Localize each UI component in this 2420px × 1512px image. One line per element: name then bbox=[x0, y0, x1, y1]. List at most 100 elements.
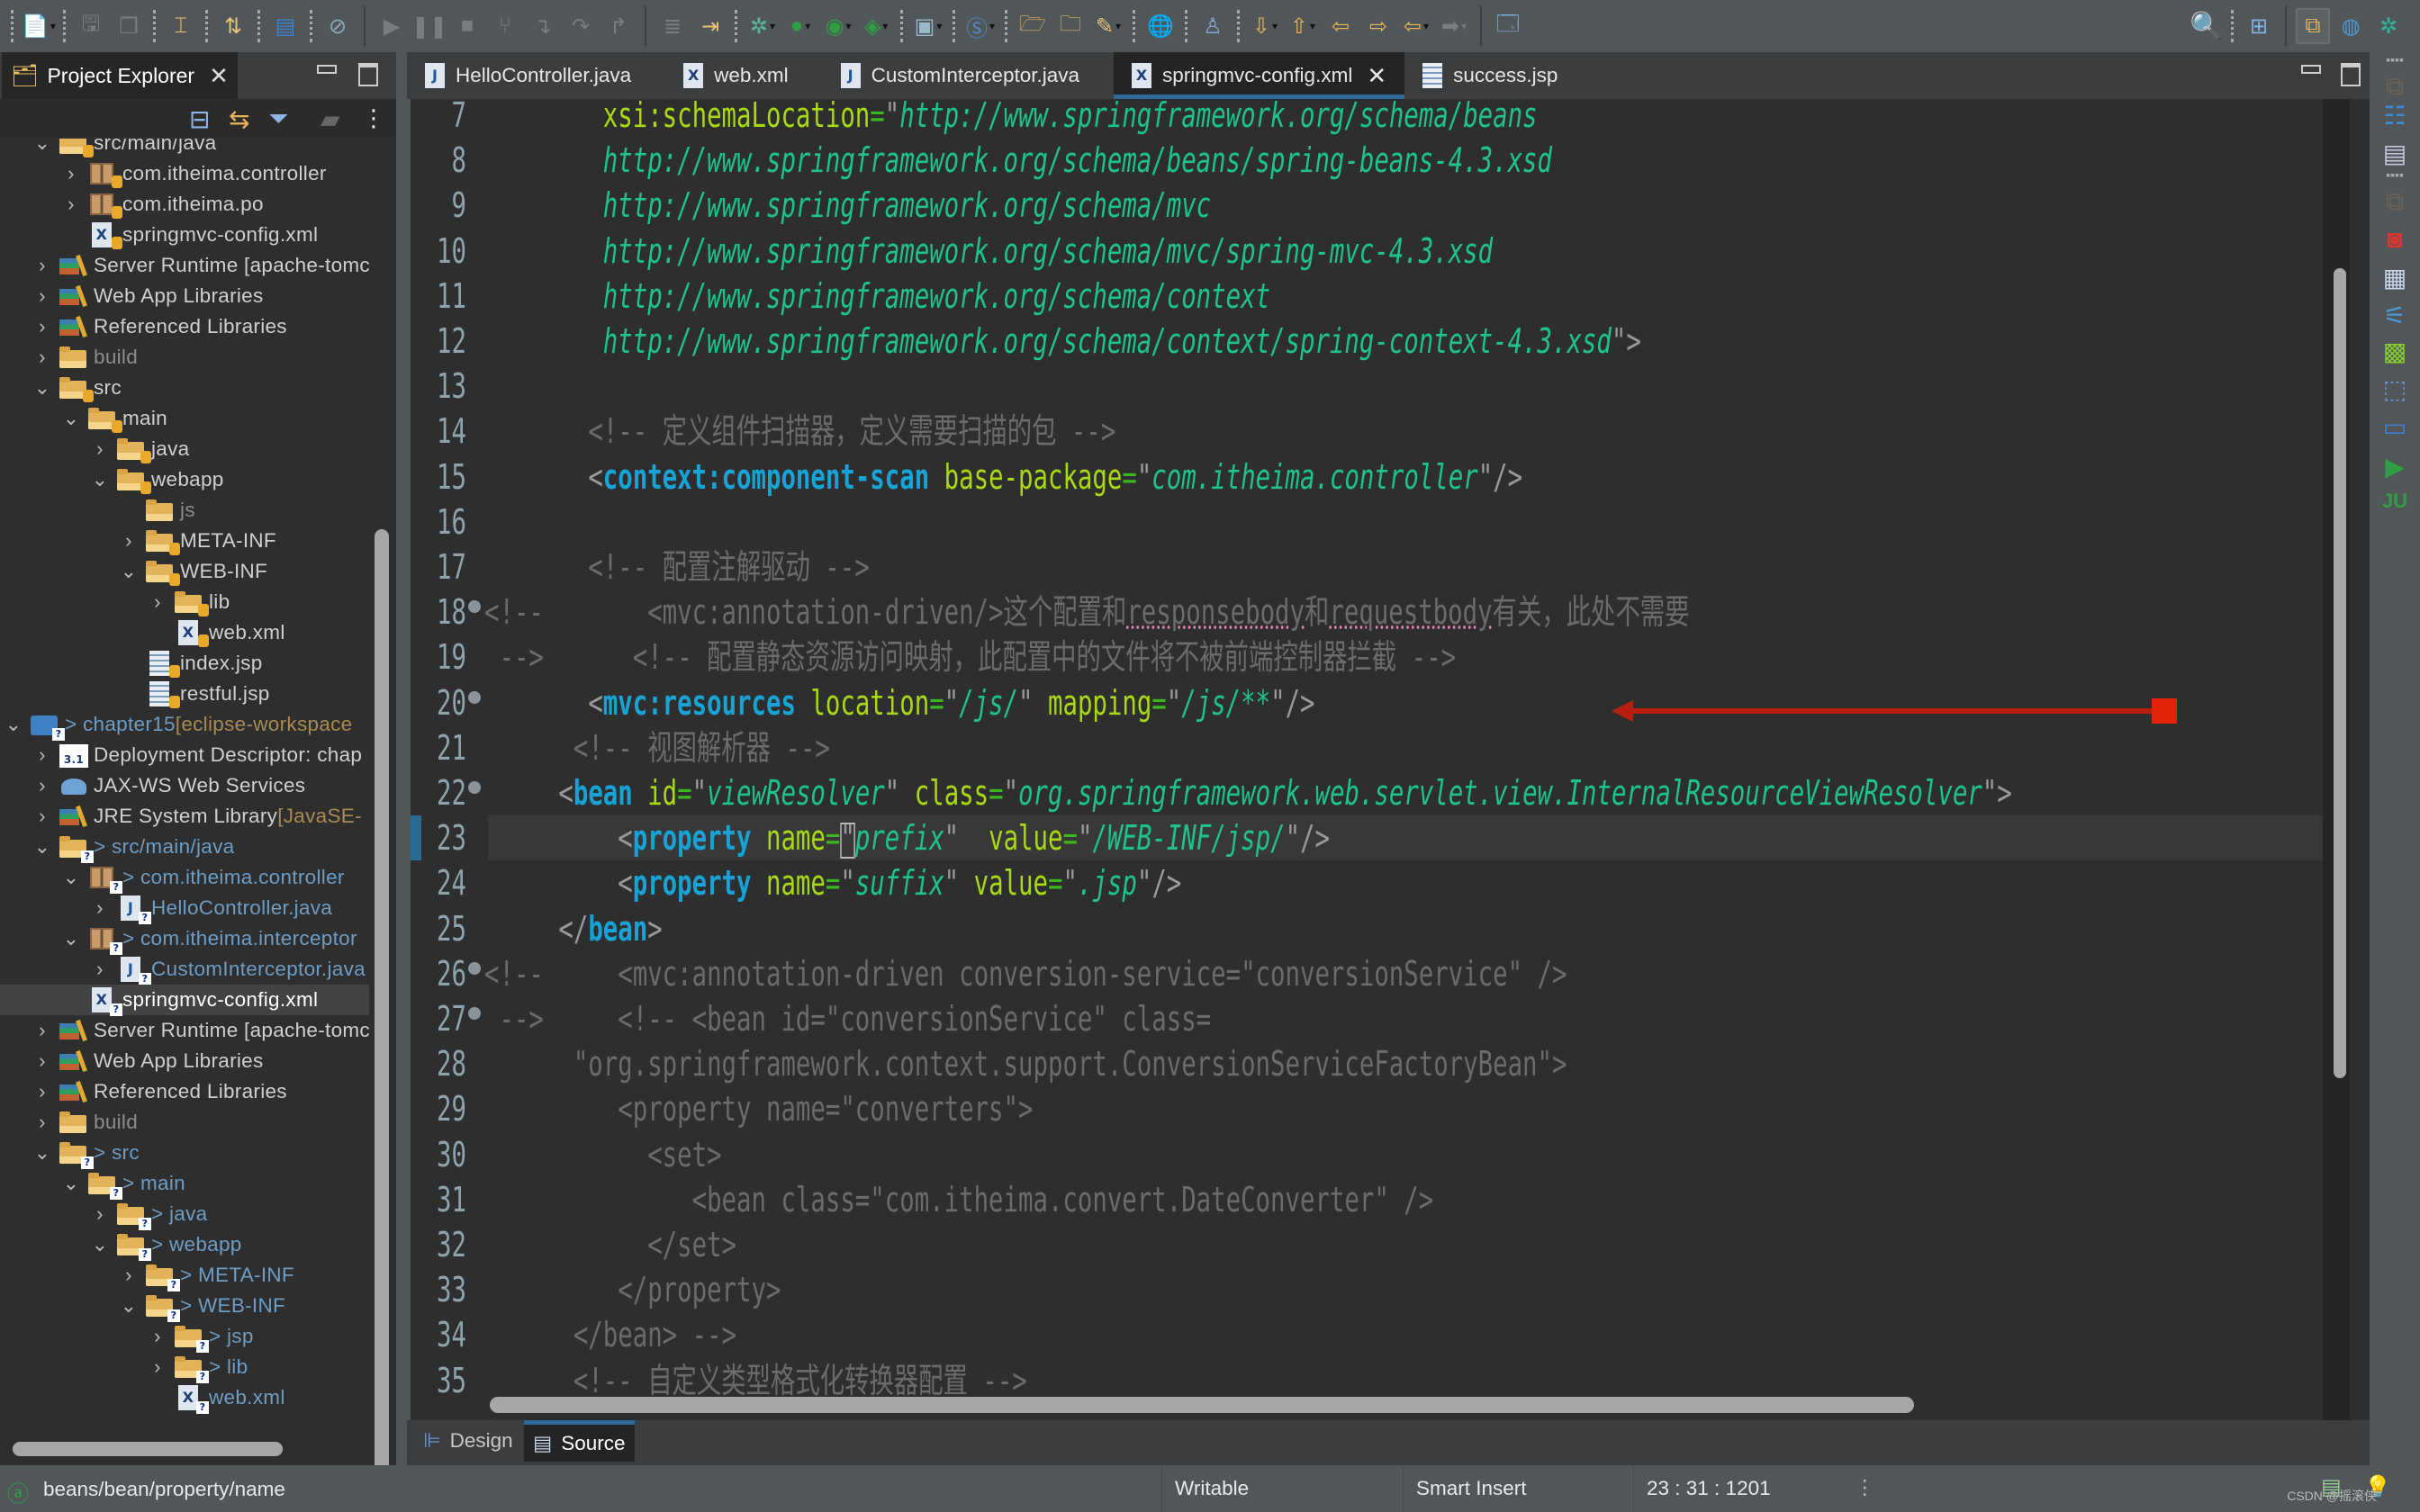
junit-icon[interactable]: JU bbox=[2380, 490, 2409, 513]
tree-item[interactable]: ›? > java bbox=[0, 1199, 369, 1230]
chevron-down-icon[interactable]: ⌄ bbox=[61, 407, 81, 430]
chevron-right-icon[interactable]: › bbox=[32, 1049, 52, 1073]
link-with-editor-icon[interactable]: ⇆ bbox=[229, 104, 249, 134]
code-line[interactable]: http://www.springframework.org/schema/co… bbox=[484, 319, 1641, 364]
chevron-down-icon[interactable]: ⌄ bbox=[61, 927, 81, 950]
fold-toggle-icon[interactable] bbox=[468, 600, 481, 614]
code-line[interactable]: --> <!-- <bean id="conversionService" cl… bbox=[484, 996, 1211, 1041]
data-source-explorer-icon[interactable]: ▩ bbox=[2380, 337, 2409, 366]
run-icon[interactable]: ● ▾ bbox=[783, 8, 817, 44]
tree-vertical-scrollbar[interactable] bbox=[375, 529, 389, 1483]
chevron-right-icon[interactable]: › bbox=[119, 1264, 139, 1287]
close-icon[interactable]: ✕ bbox=[1367, 62, 1386, 90]
chevron-right-icon[interactable]: › bbox=[32, 346, 52, 369]
task-list-icon[interactable]: ▤ bbox=[2380, 139, 2409, 168]
code-line[interactable]: <!-- 配置注解驱动 --> bbox=[484, 544, 869, 590]
chevron-right-icon[interactable]: › bbox=[61, 162, 81, 185]
console-icon[interactable]: ▤ bbox=[268, 8, 302, 44]
tree-item[interactable]: › JAX-WS Web Services bbox=[0, 770, 369, 801]
editor-tab[interactable]: CustomInterceptor.java bbox=[823, 52, 1097, 99]
code-line[interactable]: <property name="suffix" value=".jsp"/> bbox=[484, 860, 1181, 905]
chevron-down-icon[interactable]: ⌄ bbox=[32, 835, 52, 859]
save-all-icon[interactable]: ❐ bbox=[112, 8, 146, 44]
tree-item[interactable]: › Web App Libraries bbox=[0, 281, 369, 311]
minimize-icon[interactable] bbox=[317, 65, 337, 74]
tree-item[interactable]: js bbox=[0, 495, 369, 526]
chevron-right-icon[interactable]: › bbox=[32, 743, 52, 767]
new-wizard-icon[interactable]: 📄 ▾ bbox=[22, 8, 56, 44]
fold-toggle-icon[interactable] bbox=[468, 781, 481, 794]
open-type-hierarchy-icon[interactable]: ⌶ bbox=[164, 8, 198, 44]
tree-item[interactable]: › Server Runtime [apache-tomcat bbox=[0, 1015, 369, 1046]
code-line[interactable]: --> <!-- 配置静态资源访问映射，此配置中的文件将不被前端控制器拦截 --… bbox=[484, 634, 1456, 680]
chevron-right-icon[interactable]: › bbox=[32, 1111, 52, 1134]
servers-icon[interactable]: ⚟ bbox=[2380, 301, 2409, 330]
tree-item[interactable]: ⌄? > chapter15 [eclipse-workspace bbox=[0, 709, 369, 741]
tree-item[interactable]: ?web.xml bbox=[0, 1382, 369, 1414]
design-tab[interactable]: ⊫ Design bbox=[414, 1420, 522, 1462]
chevron-down-icon[interactable]: ⌄ bbox=[32, 376, 52, 400]
chevron-down-icon[interactable]: ⌄ bbox=[90, 468, 110, 491]
tree-item[interactable]: › Deployment Descriptor: chap bbox=[0, 740, 369, 770]
code-line[interactable]: xsi:schemaLocation="http://www.springfra… bbox=[484, 99, 1538, 138]
code-line[interactable]: <bean id="viewResolver" class="org.sprin… bbox=[484, 770, 2011, 815]
code-line[interactable]: http://www.springframework.org/schema/co… bbox=[484, 274, 1270, 319]
chevron-down-icon[interactable]: ⌄ bbox=[4, 713, 23, 736]
tree-item[interactable]: ›Servers bbox=[0, 1413, 369, 1417]
tree-item[interactable]: › java bbox=[0, 434, 369, 464]
chevron-right-icon[interactable]: › bbox=[32, 315, 52, 338]
chevron-right-icon[interactable]: › bbox=[32, 774, 52, 797]
tree-item[interactable]: ⌄? > main bbox=[0, 1168, 369, 1200]
code-editor[interactable]: 7 xsi:schemaLocation="http://www.springf… bbox=[407, 99, 2323, 1435]
tree-item[interactable]: › Web App Libraries bbox=[0, 1046, 369, 1076]
tree-item[interactable]: ⌄? > webapp bbox=[0, 1229, 369, 1261]
resume-icon[interactable]: ▶ bbox=[375, 8, 409, 44]
terminate-icon[interactable]: ■ bbox=[450, 8, 484, 44]
chevron-down-icon[interactable]: ⌄ bbox=[32, 139, 52, 155]
progress-icon[interactable]: ▶ bbox=[2380, 452, 2409, 482]
code-line[interactable]: <!-- 定义组件扫描器，定义需要扫描的包 --> bbox=[484, 409, 1115, 454]
skip-breakpoints-icon[interactable]: ⊘ bbox=[321, 8, 355, 44]
tree-horizontal-scrollbar[interactable] bbox=[13, 1442, 283, 1456]
tree-item[interactable]: springmvc-config.xml bbox=[0, 220, 369, 250]
chevron-right-icon[interactable]: › bbox=[148, 1325, 167, 1348]
console-view-icon[interactable]: ▭ bbox=[2380, 412, 2409, 442]
maximize-icon[interactable] bbox=[358, 63, 378, 86]
tree-item[interactable]: ⌄ webapp bbox=[0, 464, 369, 495]
tree-item[interactable]: › META-INF bbox=[0, 526, 369, 556]
tree-item[interactable]: index.jsp bbox=[0, 648, 369, 679]
java-ee-perspective-icon[interactable]: ⧉ bbox=[2296, 8, 2330, 44]
code-line[interactable]: http://www.springframework.org/schema/be… bbox=[484, 138, 1552, 183]
code-line[interactable]: <property name="prefix" value="/WEB-INF/… bbox=[484, 815, 1330, 860]
debug-icon[interactable]: ✲ ▾ bbox=[745, 8, 780, 44]
code-line[interactable]: http://www.springframework.org/schema/mv… bbox=[484, 229, 1493, 274]
suspend-icon[interactable]: ❚❚ bbox=[411, 8, 447, 44]
code-line[interactable]: <set> bbox=[484, 1132, 721, 1177]
view-menu-icon[interactable]: ⋮ bbox=[362, 104, 385, 132]
forward-icon[interactable]: ➡ ▾ bbox=[1437, 8, 1471, 44]
open-perspective-icon[interactable]: ⊞ bbox=[2242, 8, 2276, 44]
chevron-right-icon[interactable]: › bbox=[90, 896, 110, 920]
tree-item[interactable]: ⌄ main bbox=[0, 403, 369, 434]
code-line[interactable]: "org.springframework.context.support.Con… bbox=[484, 1041, 1567, 1086]
tree-item[interactable]: › com.itheima.po bbox=[0, 189, 369, 220]
run-external-tools-icon[interactable]: ◈ ▾ bbox=[859, 8, 893, 44]
source-tab[interactable]: ▤ Source bbox=[524, 1420, 635, 1462]
chevron-right-icon[interactable]: › bbox=[148, 590, 167, 614]
new-server-icon[interactable]: ▣ ▾ bbox=[911, 8, 945, 44]
tree-item[interactable]: ⌄? > WEB-INF bbox=[0, 1291, 369, 1322]
editor-vertical-scrollbar[interactable] bbox=[2334, 268, 2346, 1078]
tree-item[interactable]: ⌄? > com.itheima.interceptor bbox=[0, 923, 369, 955]
chevron-right-icon[interactable]: › bbox=[90, 958, 110, 981]
tree-item[interactable]: ?springmvc-config.xml bbox=[0, 985, 369, 1016]
step-over-icon[interactable]: ↷ bbox=[564, 8, 598, 44]
chevron-down-icon[interactable]: ⌄ bbox=[119, 560, 139, 583]
project-explorer-tab[interactable]: 🗂 Project Explorer ✕ bbox=[2, 52, 238, 99]
chevron-right-icon[interactable]: › bbox=[90, 1202, 110, 1226]
open-type-icon[interactable]: 🗀 bbox=[1053, 8, 1088, 44]
tree-item[interactable]: › Referenced Libraries bbox=[0, 311, 369, 342]
tree-item[interactable]: web.xml bbox=[0, 617, 369, 648]
chevron-right-icon[interactable]: › bbox=[32, 284, 52, 308]
tree-item[interactable]: › JRE System Library [JavaSE- bbox=[0, 801, 369, 832]
globe-icon[interactable]: 🌐 bbox=[1143, 8, 1178, 44]
